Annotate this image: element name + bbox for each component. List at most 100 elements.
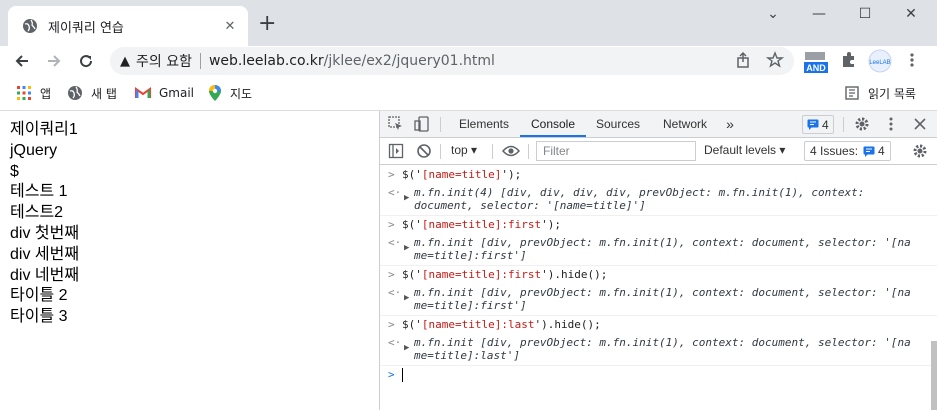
reload-button[interactable]	[74, 49, 98, 73]
toolbar-divider	[492, 144, 493, 159]
bookmarks-bar: 앱 새 탭 Gmail 지도 읽기 목록	[0, 77, 937, 111]
tab-console[interactable]: Console	[520, 111, 586, 137]
tab-sources[interactable]: Sources	[590, 111, 646, 137]
console-result[interactable]: <· ▶ m.fn.init [div, prevObject: m.fn.init…	[380, 284, 937, 315]
security-status[interactable]: 주의 요함	[136, 51, 192, 71]
input-chevron-icon: >	[388, 268, 395, 281]
new-tab-button[interactable]: +	[258, 11, 276, 37]
tab-network[interactable]: Network	[656, 111, 714, 137]
devtools-tab-bar: Elements Console Sources Network » 4	[380, 111, 937, 138]
tab-close-icon[interactable]: ✕	[222, 19, 238, 34]
input-chevron-icon: >	[388, 168, 395, 181]
console-settings-gear-icon[interactable]	[912, 143, 928, 159]
devtools-panel: Elements Console Sources Network » 4 top…	[379, 111, 937, 410]
console-entry: > $('[name=title]:first').hide(); <· ▶ m.fn…	[380, 266, 937, 316]
toolbar-divider	[528, 144, 529, 159]
browser-toolbar: ▲ 주의 요함 web.leelab.co.kr/jklee/ex2/jquer…	[0, 46, 937, 77]
console-scrollbar[interactable]	[931, 341, 937, 410]
forward-arrow-icon	[48, 55, 61, 67]
reload-icon	[80, 55, 93, 68]
console-result[interactable]: <· ▶ m.fn.init [div, prevObject: m.fn.init…	[380, 334, 937, 365]
page-content: 제이쿼리1 jQuery $ 테스트 1 테스트2 div 첫번째 div 세번…	[0, 111, 379, 410]
settings-gear-icon[interactable]	[854, 116, 870, 132]
message-icon	[807, 119, 819, 130]
result-arrow-icon: <·	[388, 236, 402, 249]
console-prompt-input[interactable]: >	[380, 366, 937, 384]
profile-avatar[interactable]: LeeLAB	[868, 49, 892, 77]
bookmark-apps[interactable]: 앱	[16, 83, 51, 103]
expand-triangle-icon[interactable]: ▶	[404, 292, 409, 305]
toolbar-divider	[440, 144, 441, 159]
globe-icon	[23, 19, 37, 33]
tab-search-icon[interactable]: ⌄	[750, 4, 796, 24]
menu-dots-icon[interactable]	[903, 51, 921, 69]
browser-tab[interactable]: 제이쿼리 연습 ✕	[8, 6, 248, 46]
result-arrow-icon: <·	[388, 336, 402, 349]
minimize-button[interactable]: —	[796, 4, 842, 24]
console-command: > $('[name=title]');	[388, 168, 522, 181]
console-entry: > $('[name=title]:first'); <· ▶ m.fn.init […	[380, 216, 937, 266]
page-line: 타이틀 3	[10, 308, 68, 326]
reading-list[interactable]: 읽기 목록	[844, 83, 916, 103]
result-arrow-icon: <·	[388, 286, 402, 299]
log-levels-dropdown[interactable]: Default levels ▾	[704, 143, 785, 157]
result-arrow-icon: <·	[388, 186, 402, 199]
message-icon	[863, 146, 875, 157]
input-chevron-icon: >	[388, 218, 395, 231]
maps-pin-icon	[209, 85, 221, 101]
live-expression-eye-icon[interactable]	[502, 144, 520, 158]
expand-triangle-icon[interactable]: ▶	[404, 192, 409, 205]
text-caret	[402, 368, 403, 382]
clear-console-icon[interactable]	[416, 143, 432, 159]
page-line: jQuery	[10, 141, 58, 159]
extensions-puzzle-icon[interactable]	[840, 51, 858, 69]
bookmark-new-tab[interactable]: 새 탭	[67, 83, 117, 103]
console-toolbar: top ▾ Filter Default levels ▾ 4 Issues: …	[380, 138, 937, 165]
device-toolbar-icon[interactable]	[414, 116, 430, 132]
expand-triangle-icon[interactable]: ▶	[404, 242, 409, 255]
console-entry: > $('[name=title]:last').hide(); <· ▶ m.fn.…	[380, 316, 937, 366]
issues-button[interactable]: 4 Issues: 4	[804, 141, 891, 161]
devtools-menu-dots-icon[interactable]	[883, 116, 899, 132]
input-chevron-icon: >	[388, 318, 395, 331]
url-text[interactable]: web.leelab.co.kr/jklee/ex2/jquery01.html	[209, 53, 495, 69]
context-selector[interactable]: top ▾	[451, 143, 477, 157]
bookmark-maps[interactable]: 지도	[208, 83, 252, 103]
console-command: > $('[name=title]:first');	[388, 218, 561, 231]
share-icon[interactable]	[735, 51, 753, 69]
console-result[interactable]: <· ▶ m.fn.init(4) [div, div, div, div, pre…	[380, 184, 937, 215]
back-button[interactable]	[10, 49, 34, 73]
warning-icon[interactable]: ▲	[120, 54, 130, 69]
filter-input[interactable]: Filter	[536, 141, 696, 161]
toolbar-divider	[843, 117, 844, 132]
page-line: 제이쿼리1	[10, 121, 78, 138]
console-output[interactable]: > $('[name=title]'); <· ▶ m.fn.init(4) [div…	[380, 166, 937, 410]
bookmark-star-icon[interactable]	[766, 51, 784, 69]
console-entry: > $('[name=title]'); <· ▶ m.fn.init(4) [div…	[380, 166, 937, 216]
gmail-icon	[135, 87, 151, 98]
apps-grid-icon	[17, 86, 31, 100]
prompt-chevron-icon: >	[388, 368, 395, 381]
issues-badge[interactable]: 4	[802, 115, 834, 134]
extension-android-icon[interactable]: AND	[803, 50, 829, 78]
more-tabs-button[interactable]: »	[722, 111, 738, 137]
address-bar[interactable]: ▲ 주의 요함 web.leelab.co.kr/jklee/ex2/jquer…	[110, 47, 794, 75]
sidebar-toggle-icon[interactable]	[388, 143, 404, 159]
maximize-button[interactable]: ☐	[842, 4, 888, 24]
expand-triangle-icon[interactable]: ▶	[404, 342, 409, 355]
svg-text:AND: AND	[806, 63, 826, 73]
bookmark-gmail[interactable]: Gmail	[135, 83, 194, 103]
globe-icon	[68, 86, 82, 100]
tab-elements[interactable]: Elements	[452, 111, 516, 137]
console-command: > $('[name=title]:first').hide();	[388, 268, 608, 281]
forward-button[interactable]	[42, 49, 66, 73]
title-bar: 제이쿼리 연습 ✕ + ⌄ — ☐ ✕	[0, 0, 937, 46]
page-line: div 첫번째	[10, 224, 80, 242]
toolbar-divider	[440, 117, 441, 132]
inspect-element-icon[interactable]	[388, 116, 404, 132]
close-window-button[interactable]: ✕	[888, 4, 934, 24]
svg-text:LeeLAB: LeeLAB	[869, 60, 890, 66]
close-devtools-icon[interactable]	[912, 116, 928, 132]
console-result[interactable]: <· ▶ m.fn.init [div, prevObject: m.fn.init…	[380, 234, 937, 265]
page-line: div 네번째	[10, 266, 80, 284]
